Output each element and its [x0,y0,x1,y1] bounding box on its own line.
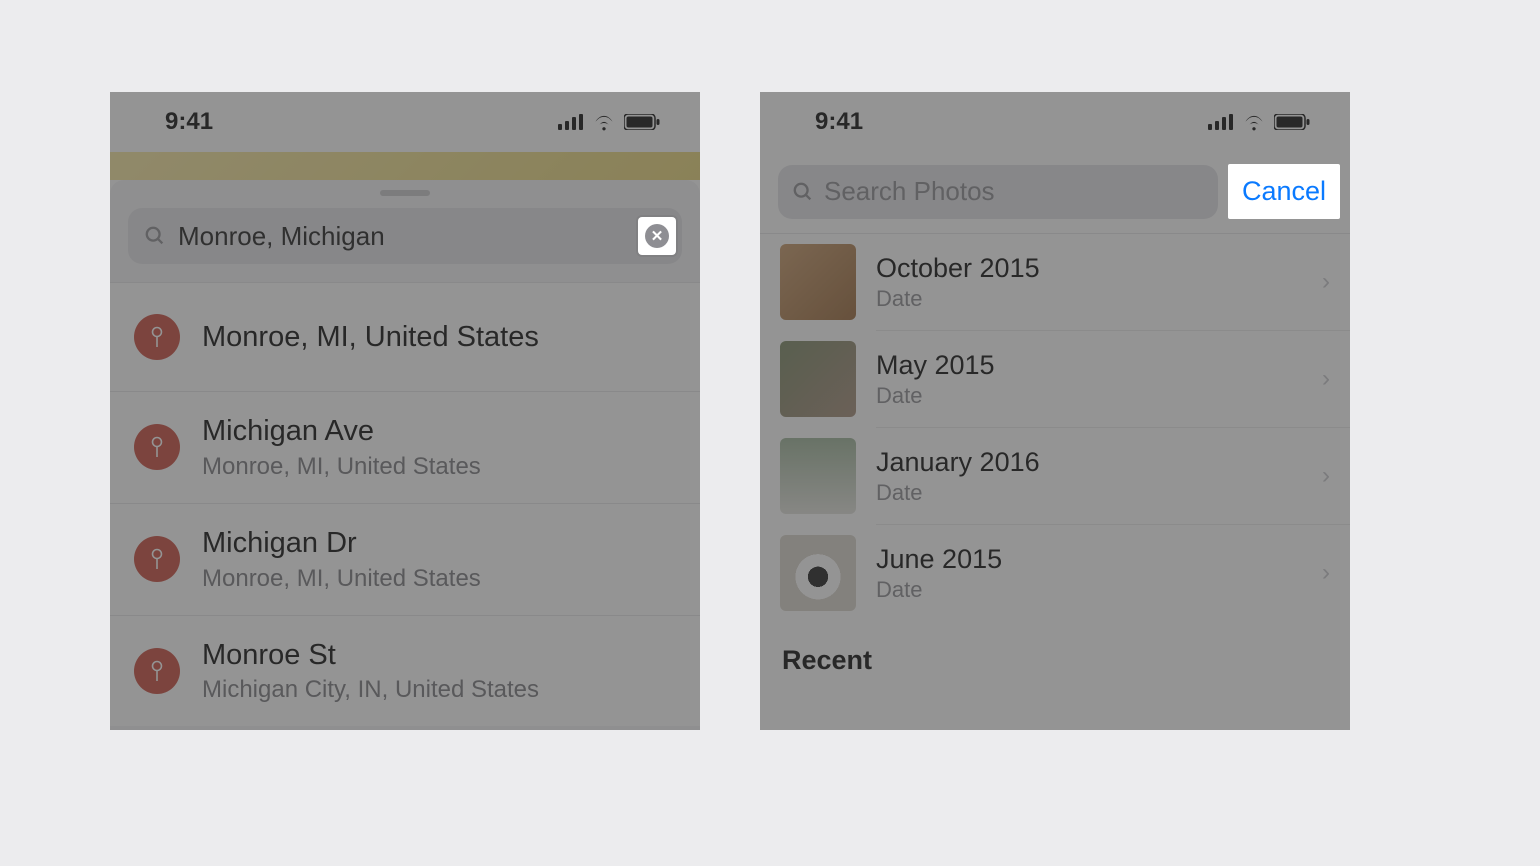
suggestion-title: May 2015 [876,350,1302,381]
wifi-icon [592,113,616,131]
suggestion-row[interactable]: October 2015 Date › [760,234,1350,330]
chevron-right-icon: › [1322,365,1330,393]
battery-icon [624,114,660,130]
suggestions-list: October 2015 Date › May 2015 Date › Janu… [760,234,1350,621]
suggestion-subtitle: Date [876,383,1302,409]
cellular-icon [558,114,584,130]
photos-search-field[interactable]: Search Photos [778,165,1218,219]
suggestion-title: October 2015 [876,253,1302,284]
map-pin-icon [134,648,180,694]
suggestion-thumbnail [780,535,856,611]
wifi-icon [1242,113,1266,131]
suggestion-title: June 2015 [876,544,1302,575]
search-result-row[interactable]: Michigan Ave Monroe, MI, United States [110,392,700,504]
status-indicators [558,113,660,131]
sheet-grabber[interactable] [380,190,430,196]
suggestion-thumbnail [780,438,856,514]
result-subtitle: Monroe, MI, United States [202,453,481,481]
phone-maps: 9:41 ✕ Monroe, MI, United States [110,92,700,730]
suggestion-thumbnail [780,244,856,320]
suggestion-title: January 2016 [876,447,1302,478]
map-pin-icon [134,536,180,582]
result-title: Monroe St [202,638,539,673]
map-pin-icon [134,424,180,470]
search-results-list: Monroe, MI, United States Michigan Ave M… [110,282,700,726]
cancel-button[interactable]: Cancel [1228,164,1340,219]
clear-search-button[interactable]: ✕ [638,217,676,255]
status-bar: 9:41 [110,92,700,152]
suggestion-row[interactable]: May 2015 Date › [760,331,1350,427]
result-title: Michigan Dr [202,526,481,561]
result-title: Michigan Ave [202,414,481,449]
recent-section-header: Recent [760,621,1350,676]
search-result-row[interactable]: Monroe, MI, United States [110,282,700,392]
battery-icon [1274,114,1310,130]
suggestion-thumbnail [780,341,856,417]
status-time: 9:41 [165,108,213,136]
search-sheet: ✕ Monroe, MI, United States Michigan Ave… [110,180,700,730]
status-indicators [1208,113,1310,131]
result-subtitle: Monroe, MI, United States [202,565,481,593]
status-time: 9:41 [815,108,863,136]
photos-search-header: Search Photos Cancel [760,152,1350,234]
suggestion-subtitle: Date [876,577,1302,603]
search-icon [144,225,166,247]
suggestion-row[interactable]: June 2015 Date › [760,525,1350,621]
phone-photos: 9:41 Search Photos Cancel October 2015 D… [760,92,1350,730]
chevron-right-icon: › [1322,268,1330,296]
chevron-right-icon: › [1322,462,1330,490]
suggestion-subtitle: Date [876,480,1302,506]
maps-background [110,152,700,180]
result-title: Monroe, MI, United States [202,320,539,355]
result-subtitle: Michigan City, IN, United States [202,676,539,704]
suggestion-row[interactable]: January 2016 Date › [760,428,1350,524]
search-result-row[interactable]: Michigan Dr Monroe, MI, United States [110,504,700,616]
photos-search-placeholder: Search Photos [824,176,995,207]
search-icon [792,181,814,203]
map-search-field[interactable]: ✕ [128,208,682,264]
cellular-icon [1208,114,1234,130]
map-search-input[interactable] [178,221,672,252]
chevron-right-icon: › [1322,559,1330,587]
search-result-row[interactable]: Monroe St Michigan City, IN, United Stat… [110,616,700,727]
suggestion-subtitle: Date [876,286,1302,312]
map-pin-icon [134,314,180,360]
close-icon: ✕ [645,224,669,248]
status-bar: 9:41 [760,92,1350,152]
